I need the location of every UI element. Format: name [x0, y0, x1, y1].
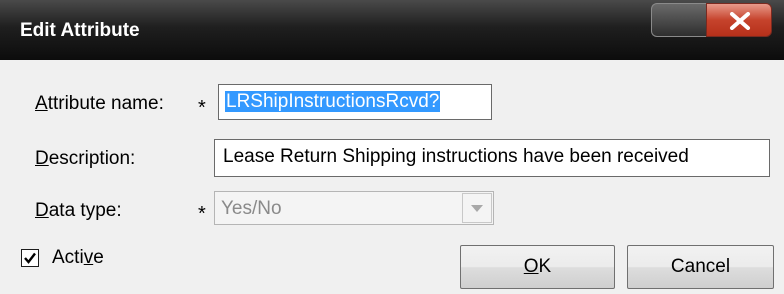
- checkmark-icon: [24, 252, 36, 264]
- description-value: Lease Return Shipping instructions have …: [223, 146, 689, 167]
- data-type-required-marker: *: [198, 203, 206, 225]
- active-label[interactable]: Active: [52, 247, 104, 269]
- data-type-value: Yes/No: [221, 198, 282, 219]
- description-label: Description:: [35, 148, 136, 169]
- close-icon: [730, 12, 750, 30]
- description-input[interactable]: Lease Return Shipping instructions have …: [214, 139, 770, 177]
- edit-attribute-dialog: Edit Attribute Attribute name: * LRShipI…: [0, 0, 784, 294]
- window-title: Edit Attribute: [20, 20, 140, 41]
- data-type-dropdown-button[interactable]: [462, 193, 492, 223]
- chevron-down-icon: [471, 205, 483, 212]
- attribute-name-required-marker: *: [198, 97, 206, 119]
- title-bar[interactable]: Edit Attribute: [0, 0, 784, 60]
- attribute-name-input[interactable]: LRShipInstructionsRcvd?: [218, 84, 492, 120]
- data-type-label: Data type:: [35, 200, 122, 221]
- cancel-button[interactable]: Cancel: [627, 245, 774, 289]
- ok-button[interactable]: OK: [460, 245, 615, 289]
- minimize-button[interactable]: [651, 3, 707, 37]
- data-type-select[interactable]: Yes/No: [214, 191, 494, 225]
- attribute-name-value: LRShipInstructionsRcvd?: [225, 91, 441, 112]
- close-button[interactable]: [706, 3, 772, 37]
- active-checkbox[interactable]: [21, 249, 39, 267]
- attribute-name-label: Attribute name:: [35, 93, 164, 114]
